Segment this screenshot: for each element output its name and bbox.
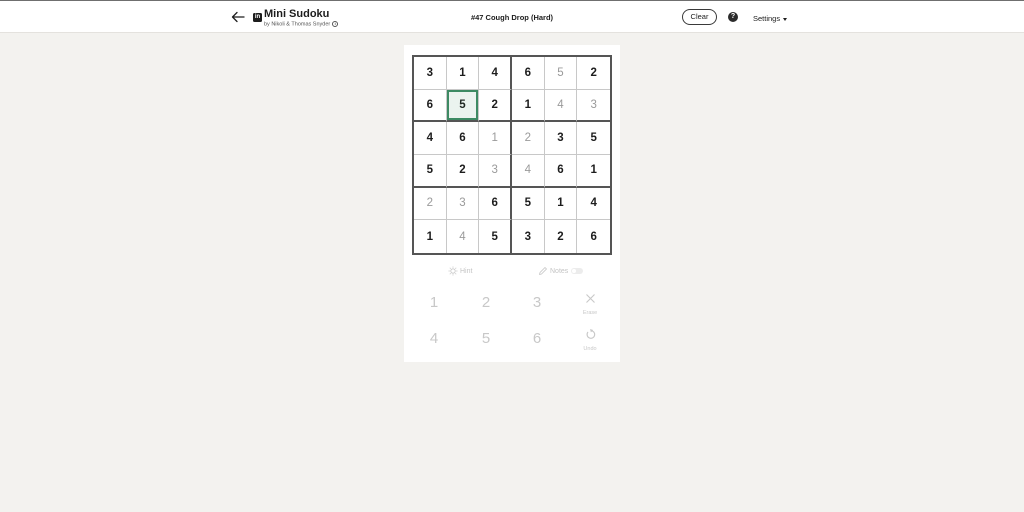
erase-label: Erase <box>582 310 598 316</box>
sudoku-cell-r2-c2[interactable]: 5 <box>446 89 480 123</box>
sudoku-cell-r3-c1[interactable]: 4 <box>414 122 447 155</box>
sudoku-cell-r5-c5[interactable]: 1 <box>544 187 578 221</box>
sudoku-cell-r3-c2[interactable]: 6 <box>446 122 480 155</box>
numpad-5[interactable]: 5 <box>464 325 508 353</box>
sudoku-cell-r2-c4[interactable]: 1 <box>512 89 545 123</box>
numpad-4[interactable]: 4 <box>412 325 456 353</box>
sudoku-board: 314652652143461235523461236514145326 <box>412 55 612 255</box>
top-bar: in Mini Sudoku by Nikoli & Thomas Snyder… <box>0 1 1024 33</box>
sudoku-cell-r5-c1[interactable]: 2 <box>414 187 447 221</box>
sudoku-cell-r6-c5[interactable]: 2 <box>544 220 578 253</box>
erase-button[interactable]: Erase <box>568 291 612 321</box>
sudoku-cell-r4-c2[interactable]: 2 <box>446 155 480 188</box>
sudoku-cell-r1-c6[interactable]: 2 <box>577 57 610 90</box>
clear-button[interactable]: Clear <box>682 9 717 25</box>
sudoku-cell-r6-c1[interactable]: 1 <box>414 220 447 253</box>
sudoku-cell-r3-c3[interactable]: 1 <box>479 122 512 155</box>
sudoku-cell-r2-c1[interactable]: 6 <box>414 89 447 123</box>
settings-label: Settings <box>753 14 781 23</box>
sudoku-cell-r1-c3[interactable]: 4 <box>479 57 512 90</box>
sudoku-cell-r3-c5[interactable]: 3 <box>544 122 578 155</box>
caret-down-icon <box>783 17 788 21</box>
lightbulb-icon <box>448 266 458 276</box>
numpad-2[interactable]: 2 <box>464 289 508 317</box>
sudoku-cell-r4-c5[interactable]: 6 <box>544 155 578 188</box>
close-icon <box>585 294 595 303</box>
sudoku-cell-r4-c1[interactable]: 5 <box>414 155 447 188</box>
notes-switch[interactable] <box>571 268 584 274</box>
sudoku-cell-r1-c1[interactable]: 3 <box>414 57 447 90</box>
hint-label: Hint <box>460 267 473 275</box>
sudoku-cell-r6-c4[interactable]: 3 <box>512 220 545 253</box>
sudoku-cell-r3-c4[interactable]: 2 <box>512 122 545 155</box>
sudoku-cell-r5-c6[interactable]: 4 <box>577 187 610 221</box>
sudoku-cell-r2-c6[interactable]: 3 <box>577 89 610 123</box>
hint-button[interactable]: Hint <box>448 266 472 276</box>
sudoku-cell-r1-c2[interactable]: 1 <box>446 57 480 90</box>
sudoku-cell-r1-c5[interactable]: 5 <box>544 57 578 90</box>
byline-text: by Nikoli & Thomas Snyder <box>264 21 331 28</box>
sudoku-cell-r4-c6[interactable]: 1 <box>577 155 610 188</box>
sudoku-cell-r5-c3[interactable]: 6 <box>479 187 512 221</box>
numpad-6[interactable]: 6 <box>515 325 559 353</box>
puzzle-title: #47 Cough Drop (Hard) <box>470 13 554 22</box>
game-panel: 314652652143461235523461236514145326 Hin… <box>404 45 620 362</box>
numpad-1[interactable]: 1 <box>412 289 456 317</box>
sudoku-cell-r2-c5[interactable]: 4 <box>544 89 578 123</box>
sudoku-cell-r1-c4[interactable]: 6 <box>512 57 545 90</box>
sudoku-cell-r6-c3[interactable]: 5 <box>479 220 512 253</box>
sudoku-cell-r4-c4[interactable]: 4 <box>512 155 545 188</box>
sudoku-cell-r6-c6[interactable]: 6 <box>577 220 610 253</box>
pencil-icon <box>539 267 547 275</box>
notes-toggle[interactable]: Notes <box>538 266 584 276</box>
undo-button[interactable]: Undo <box>568 327 612 357</box>
notes-label: Notes <box>550 267 569 275</box>
numpad-3[interactable]: 3 <box>515 289 559 317</box>
undo-label: Undo <box>583 346 597 352</box>
settings-dropdown[interactable]: Settings <box>753 14 788 23</box>
sudoku-cell-r2-c3[interactable]: 2 <box>479 89 512 123</box>
sudoku-cell-r3-c6[interactable]: 5 <box>577 122 610 155</box>
undo-icon <box>586 329 595 339</box>
sudoku-cell-r6-c2[interactable]: 4 <box>446 220 480 253</box>
sudoku-cell-r5-c4[interactable]: 5 <box>512 187 545 221</box>
help-icon[interactable]: ? <box>728 12 738 22</box>
sudoku-cell-r4-c3[interactable]: 3 <box>479 155 512 188</box>
sudoku-cell-r5-c2[interactable]: 3 <box>446 187 480 221</box>
